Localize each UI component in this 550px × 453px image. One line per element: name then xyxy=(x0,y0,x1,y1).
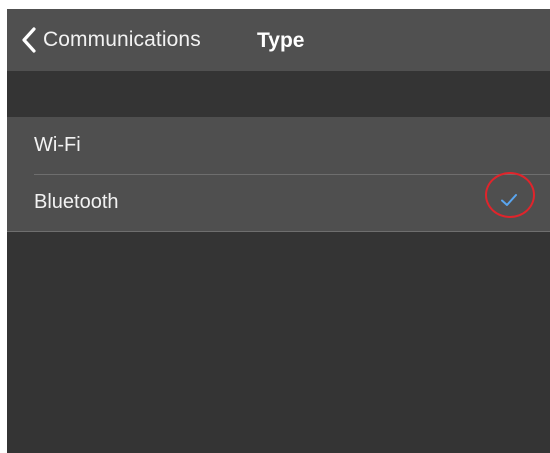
back-button[interactable]: Communications xyxy=(21,26,201,54)
type-options-list: Wi-Fi Bluetooth xyxy=(7,117,550,232)
navigation-bar: Communications Type xyxy=(7,9,550,71)
back-button-label: Communications xyxy=(43,28,201,51)
checkmark-icon xyxy=(500,192,518,213)
list-item-label: Bluetooth xyxy=(34,191,119,213)
section-spacer xyxy=(7,71,550,118)
page-title: Type xyxy=(257,29,305,52)
list-item-wifi[interactable]: Wi-Fi xyxy=(7,117,550,174)
settings-screen: Communications Type Wi-Fi Bluetooth xyxy=(7,9,550,453)
chevron-left-icon xyxy=(21,26,37,54)
list-item-label: Wi-Fi xyxy=(34,134,81,156)
list-item-bluetooth[interactable]: Bluetooth xyxy=(7,174,550,231)
